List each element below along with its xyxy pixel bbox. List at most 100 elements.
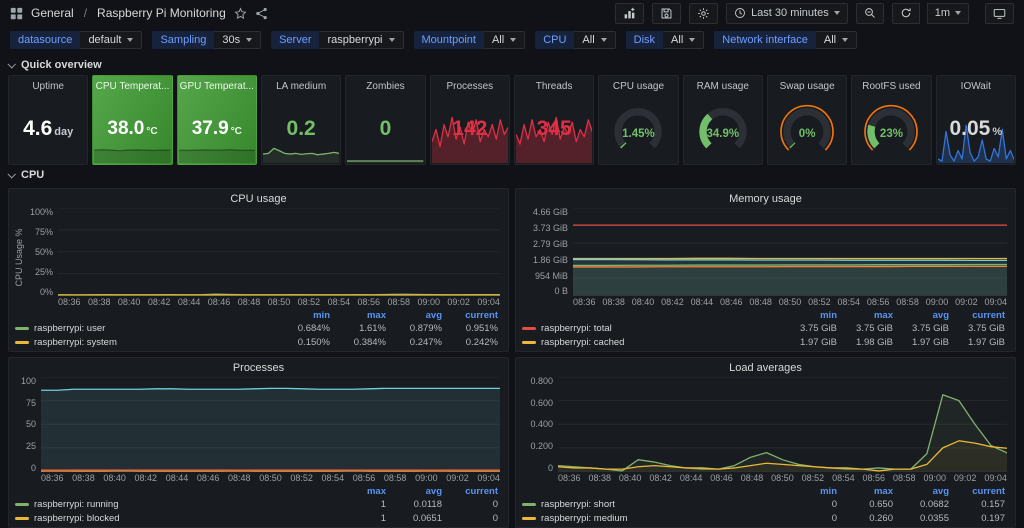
legend-series-name[interactable]: raspberrypi: system — [15, 337, 274, 348]
legend-series-name[interactable]: raspberrypi: total — [522, 323, 781, 334]
legend-col-avg[interactable]: avg — [893, 310, 949, 321]
x-tick-label: 08:58 — [896, 297, 919, 307]
plot-area[interactable] — [573, 208, 1007, 296]
y-axis-ticks: 1007550250 — [13, 377, 41, 484]
panel-title[interactable]: CPU usage — [9, 189, 508, 206]
gauge: 0% — [772, 101, 842, 157]
x-tick-label: 08:54 — [322, 473, 345, 483]
legend-col-avg[interactable]: avg — [386, 486, 442, 497]
x-tick-label: 09:04 — [477, 297, 500, 307]
legend-stat-value: 0.0118 — [386, 499, 442, 510]
variable-value-dropdown[interactable]: raspberrypi — [319, 31, 403, 49]
variable-value-dropdown[interactable]: All — [484, 31, 525, 49]
variable-value-dropdown[interactable]: All — [816, 31, 857, 49]
y-tick-label: 75 — [26, 399, 36, 407]
legend-col-min[interactable]: min — [781, 310, 837, 321]
legend-col-avg[interactable]: avg — [893, 486, 949, 497]
panel-title[interactable]: Memory usage — [516, 189, 1015, 206]
time-range-picker[interactable]: Last 30 minutes — [726, 3, 848, 24]
stat-panel-threads: Threads345 — [514, 75, 594, 165]
chevron-down-icon — [246, 38, 252, 42]
legend-series-name[interactable]: raspberrypi: user — [15, 323, 274, 334]
apps-grid-icon[interactable] — [10, 7, 23, 20]
legend-row: raspberrypi: system0.150%0.384%0.247%0.2… — [13, 336, 500, 350]
legend-series-name[interactable]: raspberrypi: short — [522, 499, 781, 510]
variable-value-dropdown[interactable]: 30s — [214, 31, 261, 49]
legend-series-name[interactable]: raspberrypi: running — [15, 499, 330, 510]
variable-value-dropdown[interactable]: default — [80, 31, 142, 49]
panel-title[interactable]: Processes — [9, 358, 508, 375]
stat-content: 38.0°C — [93, 92, 171, 164]
row-toggle-quick-overview[interactable]: Quick overview — [0, 55, 1024, 75]
breadcrumb-title[interactable]: Raspberry Pi Monitoring — [97, 6, 226, 20]
share-icon[interactable] — [255, 7, 268, 20]
legend-series-name[interactable]: raspberrypi: medium — [522, 513, 781, 524]
x-tick-label: 08:40 — [103, 473, 126, 483]
panel-title[interactable]: Load averages — [516, 358, 1015, 375]
plot-column: 08:3608:3808:4008:4208:4408:4608:4808:50… — [573, 208, 1007, 308]
plot-area[interactable] — [558, 377, 1007, 472]
panel-load-averages: Load averages 0.8000.6000.4000.200008:36… — [515, 357, 1016, 528]
legend-col-current[interactable]: current — [949, 486, 1005, 497]
legend-col-max[interactable]: max — [330, 486, 386, 497]
star-icon[interactable] — [234, 7, 247, 20]
legend-col-min[interactable]: min — [781, 486, 837, 497]
plot-column: 08:3608:3808:4008:4208:4408:4608:4808:50… — [41, 377, 500, 484]
refresh-interval-picker[interactable]: 1m — [927, 3, 969, 24]
series-color-swatch — [522, 503, 536, 506]
legend-header: minmaxavgcurrent — [520, 485, 1007, 499]
legend-series-name[interactable]: raspberrypi: cached — [522, 337, 781, 348]
save-dashboard-button[interactable] — [652, 3, 681, 24]
chevron-down-icon — [127, 38, 133, 42]
plot-area[interactable] — [58, 208, 500, 296]
variable-value-dropdown[interactable]: All — [574, 31, 615, 49]
variable-value-dropdown[interactable]: All — [663, 31, 704, 49]
legend-series-name[interactable]: raspberrypi: blocked — [15, 513, 330, 524]
add-panel-button[interactable] — [615, 3, 644, 24]
dashboard-settings-button[interactable] — [689, 3, 718, 24]
variable-disk: DiskAll — [626, 31, 705, 49]
stat-value: 4.6day — [23, 118, 73, 139]
legend-stat-value: 0.197 — [949, 513, 1005, 524]
breadcrumb-section[interactable]: General — [31, 6, 74, 20]
x-tick-label: 08:44 — [166, 473, 189, 483]
x-tick-label: 09:00 — [415, 473, 438, 483]
plot-column: 08:3608:3808:4008:4208:4408:4608:4808:50… — [558, 377, 1007, 484]
legend-stat-value: 3.75 GiB — [893, 323, 949, 334]
stat-title: CPU Temperat... — [96, 81, 170, 92]
legend-col-current[interactable]: current — [949, 310, 1005, 321]
legend-col-min[interactable]: min — [274, 310, 330, 321]
stat-panel-ram-usage: RAM usage34.9% — [683, 75, 763, 165]
x-tick-label: 08:48 — [228, 473, 251, 483]
stat-value: 0 — [380, 118, 392, 139]
plot-area[interactable] — [41, 377, 500, 472]
panel-memory-usage: Memory usage 4.66 GiB3.73 GiB2.79 GiB1.8… — [515, 188, 1016, 352]
legend-col-max[interactable]: max — [330, 310, 386, 321]
legend-col-avg[interactable]: avg — [386, 310, 442, 321]
y-tick-label: 25% — [35, 268, 53, 276]
legend-col-max[interactable]: max — [837, 486, 893, 497]
gauge: 1.45% — [603, 101, 673, 157]
stat-title: LA medium — [276, 81, 326, 92]
stat-panel-processes: Processes142 — [430, 75, 510, 165]
stat-number: 4.6 — [23, 118, 52, 139]
refresh-button[interactable] — [892, 3, 920, 24]
y-tick-label: 2.79 GiB — [533, 240, 568, 248]
chevron-down-icon — [601, 38, 607, 42]
x-tick-label: 08:38 — [602, 297, 625, 307]
legend-col-max[interactable]: max — [837, 310, 893, 321]
legend-stat-value: 3.75 GiB — [781, 323, 837, 334]
stat-value: 38.0°C — [107, 119, 157, 138]
y-tick-label: 0 — [548, 464, 553, 472]
x-tick-label: 08:52 — [298, 297, 321, 307]
row-toggle-cpu[interactable]: CPU — [0, 165, 1024, 185]
zoom-out-button[interactable] — [856, 3, 884, 24]
legend-col-current[interactable]: current — [442, 310, 498, 321]
series-color-swatch — [522, 341, 536, 344]
cycle-view-button[interactable] — [985, 3, 1014, 24]
series-label: raspberrypi: cached — [541, 337, 624, 348]
gauge-value: 23% — [856, 101, 926, 157]
legend-col-current[interactable]: current — [442, 486, 498, 497]
legend-stat-value: 1 — [330, 499, 386, 510]
x-tick-label: 09:02 — [955, 297, 978, 307]
